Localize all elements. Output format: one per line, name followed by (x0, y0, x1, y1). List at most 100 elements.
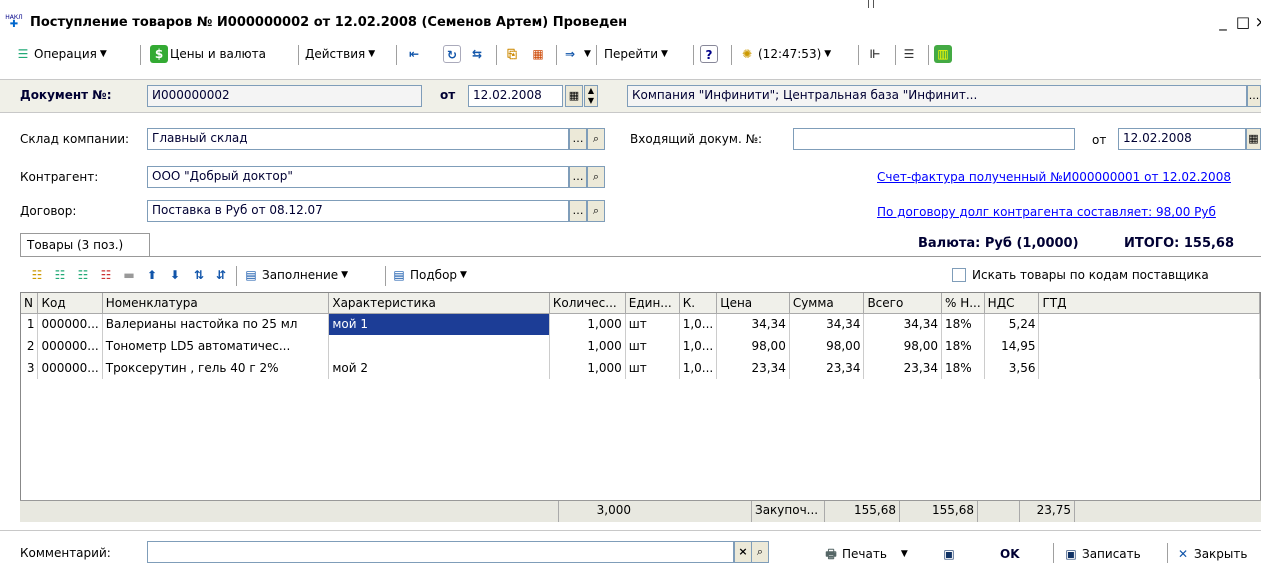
column-header[interactable]: ГТД (1038, 293, 1260, 314)
goto-menu[interactable]: Перейти ▼ (604, 41, 668, 67)
column-header[interactable]: Всего (863, 293, 942, 314)
doc-date-field[interactable]: 12.02.2008 (468, 85, 563, 107)
doc-number-field[interactable]: И000000002 (147, 85, 422, 107)
table-cell[interactable]: 23,34 (716, 357, 790, 379)
column-header[interactable]: N (21, 293, 39, 314)
table-cell[interactable]: 34,34 (789, 313, 865, 335)
comment-field[interactable] (147, 541, 734, 563)
table-cell[interactable]: 1,0... (679, 357, 718, 379)
clear-icon[interactable]: × (734, 541, 752, 563)
list-button[interactable]: ☰ (900, 41, 920, 67)
table-cell[interactable] (1038, 313, 1260, 335)
table-cell[interactable]: 23,34 (863, 357, 942, 379)
copy-row-button[interactable]: ☷ (51, 262, 71, 288)
contract-field[interactable]: Поставка в Руб от 08.12.07 (147, 200, 569, 222)
table-cell[interactable]: 98,00 (716, 335, 790, 357)
search-icon[interactable]: ⌕ (587, 166, 605, 188)
table-cell[interactable]: 23,34 (789, 357, 865, 379)
help-button[interactable]: ? (700, 41, 720, 67)
contract-select-button[interactable]: … (569, 200, 587, 222)
contractor-select-button[interactable]: … (569, 166, 587, 188)
search-icon[interactable]: ⌕ (587, 128, 605, 150)
table-cell[interactable]: Валерианы настойка по 25 мл (102, 313, 330, 335)
table-cell[interactable]: 1,000 (549, 357, 626, 379)
table-cell[interactable]: 1,000 (549, 335, 626, 357)
calendar-icon[interactable]: ▦ (565, 85, 583, 107)
invoice-link[interactable]: Счет-фактура полученный №И000000001 от 1… (877, 170, 1261, 184)
table-cell[interactable]: 34,34 (716, 313, 790, 335)
table-cell[interactable]: шт (625, 313, 680, 335)
column-header[interactable]: Количес... (549, 293, 626, 314)
table-cell[interactable]: Троксерутин , гель 40 г 2% (102, 357, 330, 379)
close-button[interactable]: ✕ Закрыть (1174, 541, 1247, 567)
warehouse-field[interactable]: Главный склад (147, 128, 569, 150)
table-cell[interactable]: шт (625, 335, 680, 357)
structure-button[interactable]: ▦ (529, 41, 549, 67)
table-cell[interactable]: 18% (941, 313, 985, 335)
column-header[interactable]: % Н... (941, 293, 985, 314)
column-header[interactable]: НДС (984, 293, 1040, 314)
table-cell[interactable]: 3 (21, 357, 39, 379)
table-cell[interactable]: 98,00 (789, 335, 865, 357)
copy-doc-button[interactable]: ⎘ (503, 41, 523, 67)
add-row-button[interactable]: ☷ (28, 262, 48, 288)
table-cell[interactable]: шт (625, 357, 680, 379)
table-cell[interactable]: 000000... (37, 357, 103, 379)
column-header[interactable]: К. (679, 293, 718, 314)
contractor-field[interactable]: ООО "Добрый доктор" (147, 166, 569, 188)
operation-menu[interactable]: ☰ Операция ▼ (14, 41, 107, 67)
table-cell[interactable]: 18% (941, 335, 985, 357)
table-cell[interactable]: 18% (941, 357, 985, 379)
column-header[interactable]: Характеристика (328, 293, 550, 314)
date-spinner[interactable]: ▲ ▼ (584, 85, 598, 107)
column-header[interactable]: Цена (716, 293, 790, 314)
table-cell[interactable] (1038, 335, 1260, 357)
organization-select-button[interactable]: ... (1247, 85, 1261, 107)
table-cell[interactable]: мой 2 (328, 357, 550, 379)
table-cell[interactable]: 2 (21, 335, 39, 357)
table-cell[interactable]: 1 (21, 313, 39, 335)
save-button[interactable]: ▣ Записать (1062, 541, 1140, 567)
fill-menu[interactable]: ▤ Заполнение ▼ (242, 262, 348, 288)
time-menu[interactable]: ✺ (12:47:53) ▼ (738, 41, 831, 67)
table-cell[interactable]: 1,0... (679, 335, 718, 357)
table-cell[interactable]: 1,000 (549, 313, 626, 335)
column-header[interactable]: Един... (625, 293, 680, 314)
table-row[interactable]: 2 000000... Тонометр LD5 автоматичес... 1,0… (21, 335, 1260, 357)
incoming-doc-field[interactable] (793, 128, 1075, 150)
sort-asc-button[interactable]: ⇅ (190, 262, 210, 288)
incoming-date-field[interactable]: 12.02.2008 (1118, 128, 1246, 150)
select-menu[interactable]: ▤ Подбор ▼ (390, 262, 467, 288)
edit-row-button[interactable]: ☷ (74, 262, 94, 288)
warehouse-select-button[interactable]: … (569, 128, 587, 150)
report-button[interactable]: ▥ (934, 41, 954, 67)
column-header[interactable]: Сумма (789, 293, 865, 314)
tree-button[interactable]: ⊩ (866, 41, 886, 67)
save-print-button[interactable]: ▣ (940, 541, 960, 567)
based-on-menu[interactable]: ⇒ ▼ (561, 41, 591, 67)
move-up-button[interactable]: ⬆ (143, 262, 163, 288)
move-down-button[interactable]: ⬇ (166, 262, 186, 288)
maximize-button[interactable]: □ (1234, 13, 1252, 31)
table-cell[interactable]: 14,95 (984, 335, 1040, 357)
prices-currency-button[interactable]: $ Цены и валюта (150, 41, 266, 67)
close-window-button[interactable]: × (1252, 13, 1261, 31)
table-row[interactable]: 1 000000... Валерианы настойка по 25 мл мой… (21, 313, 1260, 335)
refresh-button[interactable]: ↻ (443, 41, 463, 67)
table-cell[interactable]: 34,34 (863, 313, 942, 335)
table-row[interactable]: 3 000000... Троксерутин , гель 40 г 2% мой … (21, 357, 1260, 379)
debt-link[interactable]: По договору долг контрагента составляет:… (877, 205, 1261, 219)
table-cell[interactable]: Тонометр LD5 автоматичес... (102, 335, 330, 357)
minimize-button[interactable]: _ (1214, 13, 1232, 31)
end-edit-button[interactable]: ▬ (120, 262, 140, 288)
post-button[interactable]: ⇤ (405, 41, 425, 67)
column-header[interactable]: Номенклатура (102, 293, 330, 314)
table-cell[interactable]: 000000... (37, 313, 103, 335)
delete-row-button[interactable]: ☷ (97, 262, 117, 288)
search-icon[interactable]: ⌕ (751, 541, 769, 563)
table-cell[interactable]: 000000... (37, 335, 103, 357)
search-by-supplier-checkbox[interactable] (952, 268, 966, 282)
actions-menu[interactable]: Действия ▼ (305, 41, 375, 67)
calendar-icon[interactable]: ▦ (1246, 128, 1261, 150)
table-cell[interactable] (1038, 357, 1260, 379)
